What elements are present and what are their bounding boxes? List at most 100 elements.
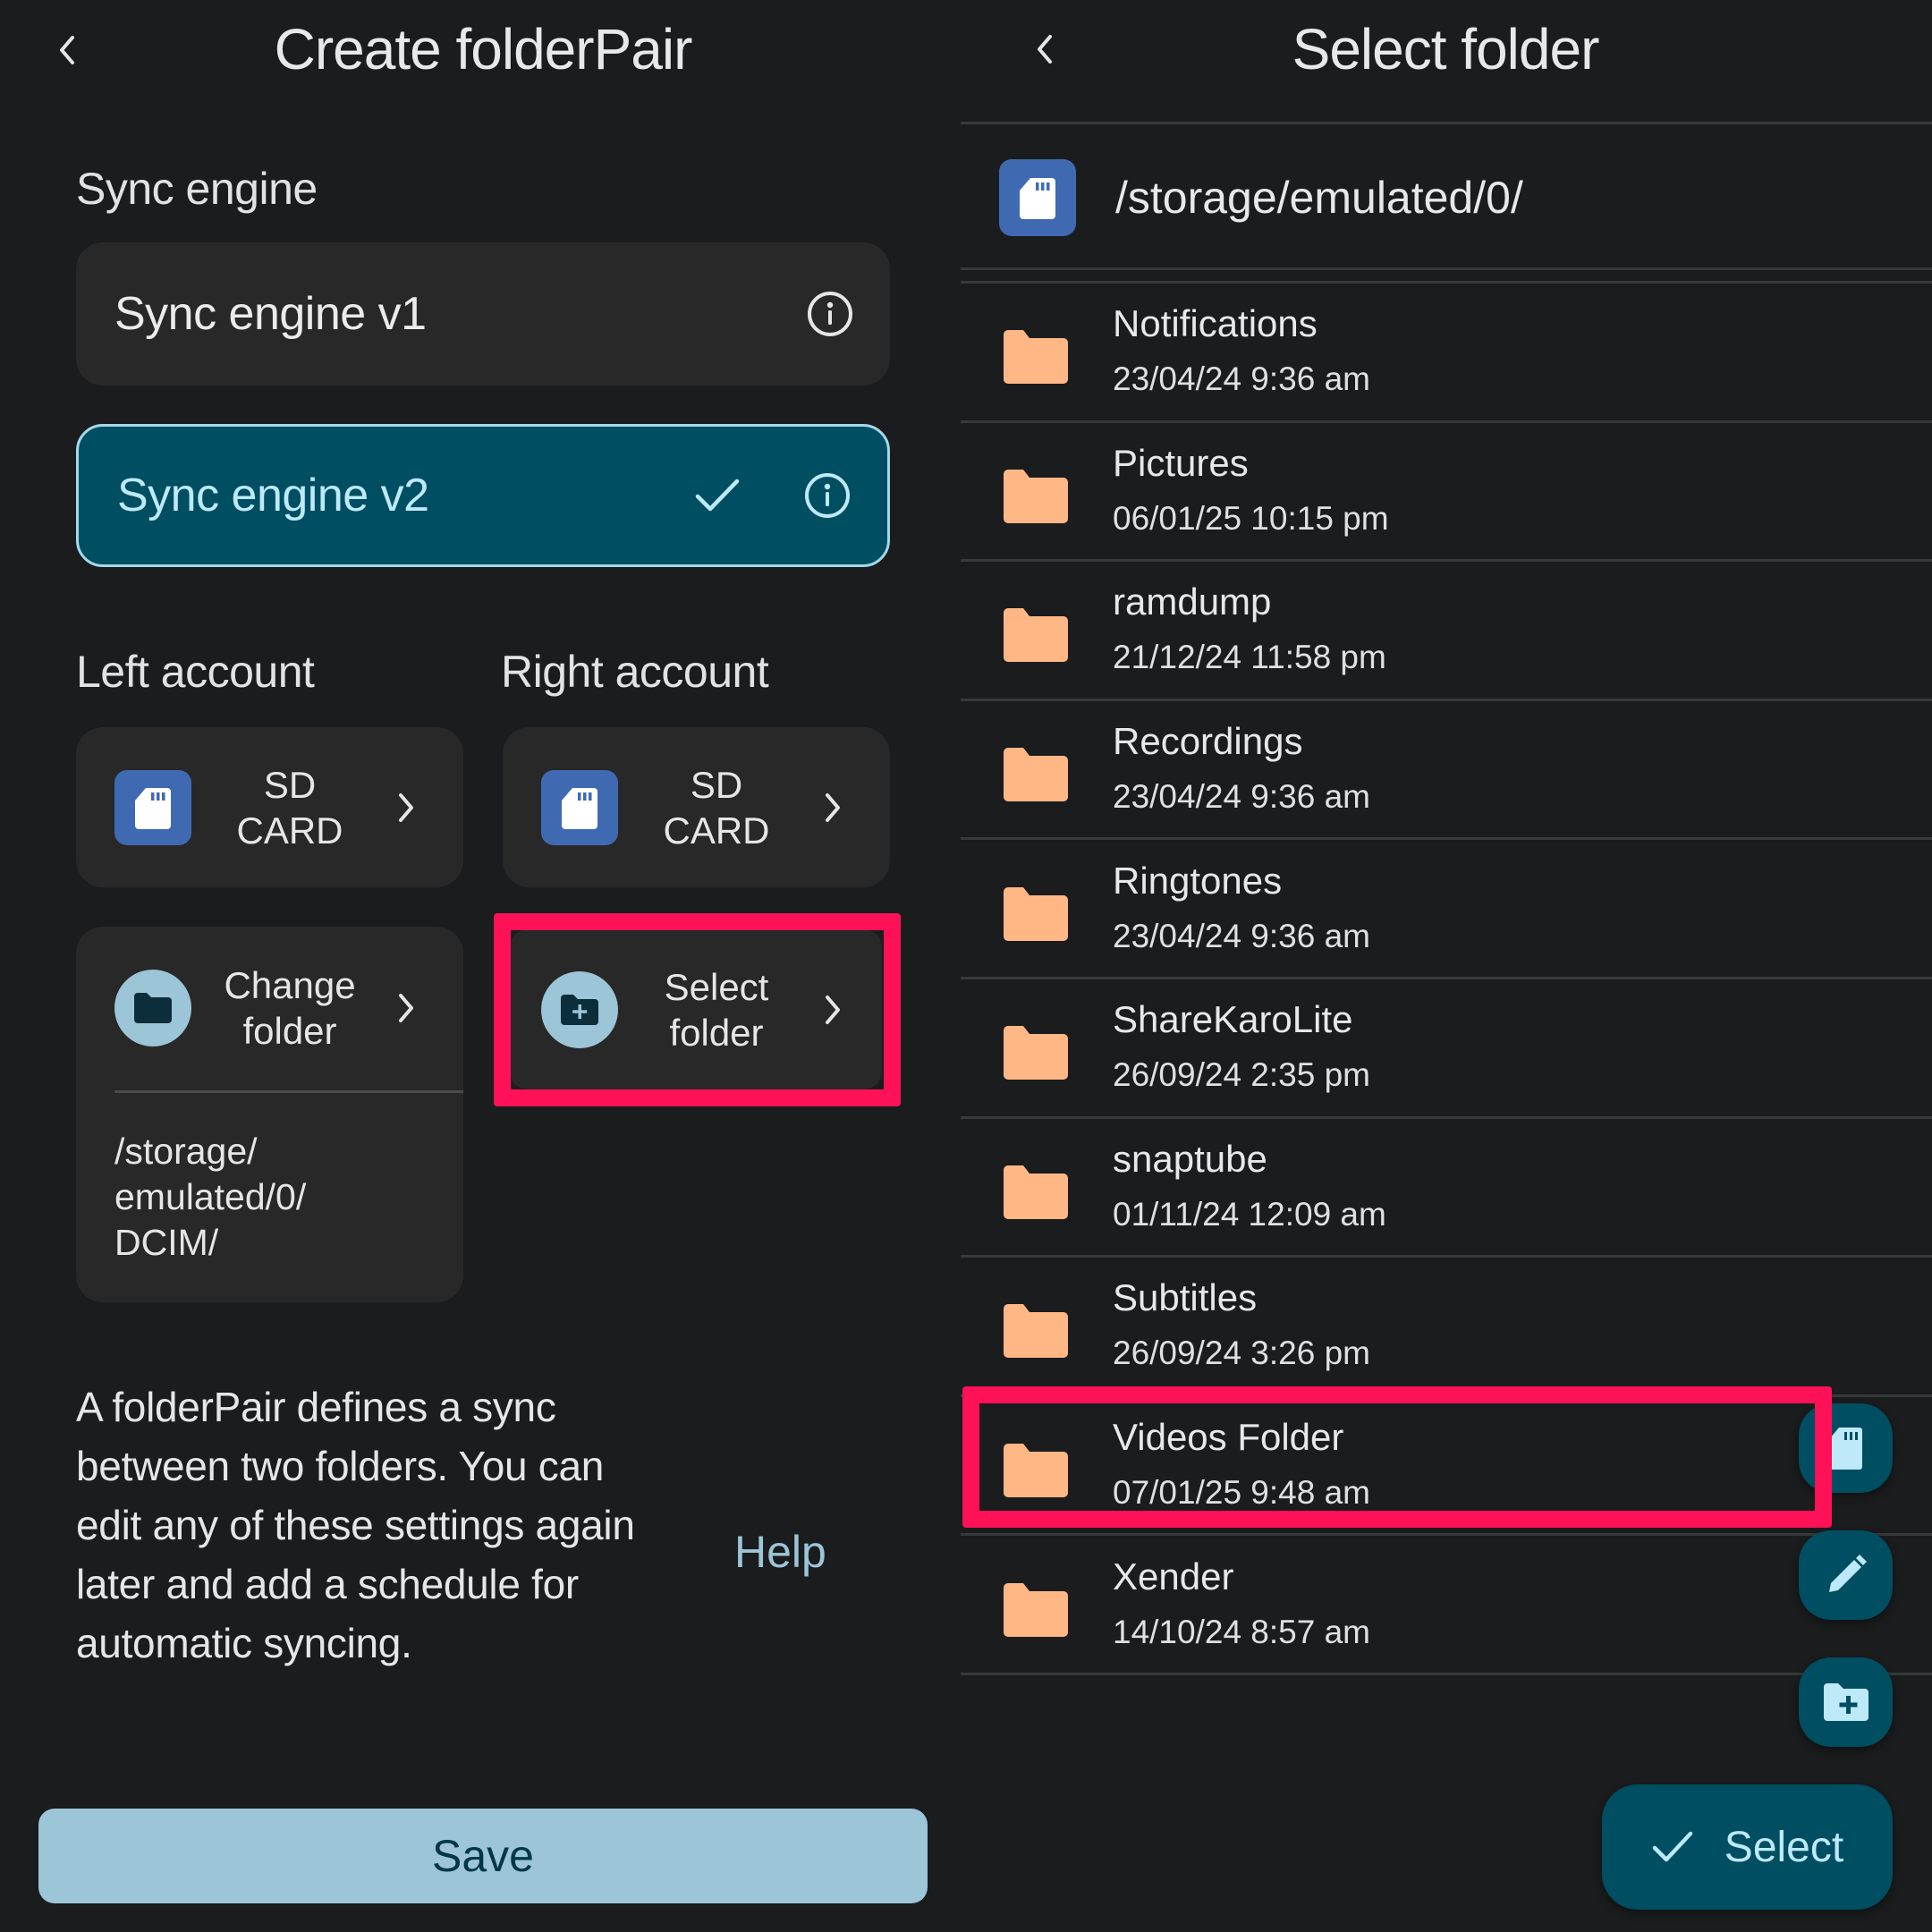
folder-list: Notifications 23/04/24 9:36 am Pictures 06…: [961, 284, 1932, 1675]
folder-row[interactable]: ShareKaroLite 26/09/24 2:35 pm: [961, 979, 1932, 1119]
folderpair-description: A folderPair defines a sync between two …: [76, 1384, 635, 1666]
folder-row-videos-folder[interactable]: Videos Folder 07/01/25 9:48 am: [961, 1397, 1932, 1537]
sd-card-icon: [999, 158, 1076, 236]
sync-engine-v1-label: Sync engine v1: [114, 288, 427, 340]
change-folder-label: Change folder: [191, 962, 388, 1054]
sync-engine-v1-option[interactable]: Sync engine v1: [76, 242, 890, 386]
storage-line-2: CARD: [236, 809, 343, 852]
folder-row[interactable]: ramdump 21/12/24 11:58 pm: [961, 562, 1932, 701]
storage-fab-button[interactable]: [1799, 1403, 1893, 1493]
storage-line-2: CARD: [663, 809, 770, 852]
check-icon: [694, 477, 741, 514]
folder-icon: [1004, 1026, 1068, 1080]
folder-date: 06/01/25 10:15 pm: [1113, 499, 1389, 537]
current-path: /storage/emulated/0/: [1115, 172, 1523, 223]
left-folder-card: Change folder /storage/ emulated/0/ DCIM…: [76, 927, 463, 1302]
create-folder-icon: [541, 970, 618, 1048]
folder-date: 21/12/24 11:58 pm: [1113, 639, 1386, 676]
header-divider: [961, 122, 1932, 124]
sync-engine-v2-label: Sync engine v2: [117, 470, 429, 521]
path-line-2: emulated/0/: [114, 1176, 307, 1217]
chevron-right-icon: [815, 994, 851, 1026]
back-button[interactable]: [1027, 31, 1063, 67]
left-account-label: Left account: [76, 647, 315, 697]
folder-icon: [1004, 1582, 1068, 1637]
folder-icon: [1004, 1304, 1068, 1359]
right-storage-name: SD CARD: [618, 762, 815, 853]
select-folder-button[interactable]: Select folder: [510, 929, 882, 1089]
chevron-right-icon: [815, 792, 851, 824]
folder-icon: [1004, 886, 1068, 941]
path-line-1: /storage/: [114, 1131, 258, 1172]
edit-pencil-icon: [1828, 1555, 1867, 1592]
info-icon[interactable]: [803, 471, 852, 520]
chevron-right-icon: [388, 992, 424, 1024]
folder-icon: [1004, 748, 1068, 802]
storage-line-1: SD: [263, 763, 317, 806]
chevron-left-icon: [60, 36, 74, 64]
new-folder-fab-button[interactable]: [1799, 1657, 1893, 1747]
folder-name: Recordings: [1113, 720, 1303, 763]
storage-line-1: SD: [690, 763, 743, 806]
info-icon[interactable]: [806, 290, 854, 338]
folder-name: Subtitles: [1113, 1276, 1258, 1319]
folder-name: ramdump: [1113, 580, 1272, 623]
sync-engine-v2-option[interactable]: Sync engine v2: [76, 424, 890, 567]
sd-card-icon: [541, 769, 618, 845]
folder-row[interactable]: Subtitles 26/09/24 3:26 pm: [961, 1258, 1932, 1397]
folder-date: 26/09/24 3:26 pm: [1113, 1335, 1370, 1372]
folder-action-line-1: Change: [224, 964, 356, 1006]
left-account-storage-button[interactable]: SD CARD: [76, 727, 463, 887]
change-folder-button[interactable]: Change folder: [76, 927, 463, 1089]
select-folder-label: Select folder: [618, 964, 815, 1055]
folder-icon: [1004, 608, 1068, 663]
folder-name: Ringtones: [1113, 859, 1283, 902]
create-folder-icon: [1823, 1683, 1868, 1721]
sync-engine-label: Sync engine: [76, 164, 318, 214]
chevron-left-icon: [1038, 35, 1052, 64]
folder-date: 14/10/24 8:57 am: [1113, 1613, 1370, 1650]
help-link[interactable]: Help: [734, 1526, 826, 1578]
folder-name: Xender: [1113, 1555, 1234, 1597]
select-button[interactable]: Select: [1602, 1784, 1893, 1910]
folder-action-line-2: folder: [669, 1011, 764, 1054]
rename-fab-button[interactable]: [1799, 1530, 1893, 1620]
right-account-label: Right account: [501, 647, 769, 697]
back-button[interactable]: [49, 32, 85, 68]
sd-card-icon: [114, 769, 191, 845]
folder-date: 23/04/24 9:36 am: [1113, 360, 1370, 398]
create-folderpair-panel: Create folderPair Sync engine Sync engin…: [0, 0, 961, 1932]
check-icon: [1652, 1831, 1693, 1862]
folder-row[interactable]: Notifications 23/04/24 9:36 am: [961, 284, 1932, 423]
divider: [961, 267, 1932, 270]
sd-card-icon: [1829, 1428, 1862, 1470]
folder-date: 07/01/25 9:48 am: [1113, 1474, 1370, 1512]
folder-row[interactable]: Recordings 23/04/24 9:36 am: [961, 701, 1932, 841]
folder-icon: [1004, 1444, 1068, 1498]
folder-row[interactable]: Ringtones 23/04/24 9:36 am: [961, 840, 1932, 979]
left-storage-name: SD CARD: [191, 762, 388, 853]
folder-icon: [114, 970, 191, 1046]
folder-date: 23/04/24 9:36 am: [1113, 778, 1370, 816]
folder-icon: [1004, 469, 1068, 523]
select-button-label: Select: [1724, 1823, 1844, 1871]
folder-date: 01/11/24 12:09 am: [1113, 1195, 1386, 1233]
folder-name: snaptube: [1113, 1137, 1267, 1180]
folder-icon: [1004, 1165, 1068, 1219]
page-title: Select folder: [1292, 17, 1600, 81]
folder-date: 23/04/24 9:36 am: [1113, 917, 1370, 954]
folder-row[interactable]: Xender 14/10/24 8:57 am: [961, 1536, 1932, 1675]
folder-action-line-1: Select: [664, 965, 769, 1008]
folder-row[interactable]: Pictures 06/01/25 10:15 pm: [961, 423, 1932, 563]
folder-name: Pictures: [1113, 441, 1249, 484]
folder-name: ShareKaroLite: [1113, 998, 1353, 1041]
folder-icon: [1004, 330, 1068, 385]
save-button[interactable]: Save: [38, 1809, 928, 1903]
right-account-storage-button[interactable]: SD CARD: [503, 727, 890, 887]
folder-date: 26/09/24 2:35 pm: [1113, 1056, 1370, 1094]
current-path-row[interactable]: /storage/emulated/0/: [961, 126, 1932, 268]
left-folder-path: /storage/ emulated/0/ DCIM/: [114, 1129, 306, 1266]
folder-name: Videos Folder: [1113, 1416, 1344, 1459]
folder-row[interactable]: snaptube 01/11/24 12:09 am: [961, 1119, 1932, 1258]
chevron-right-icon: [388, 792, 424, 824]
